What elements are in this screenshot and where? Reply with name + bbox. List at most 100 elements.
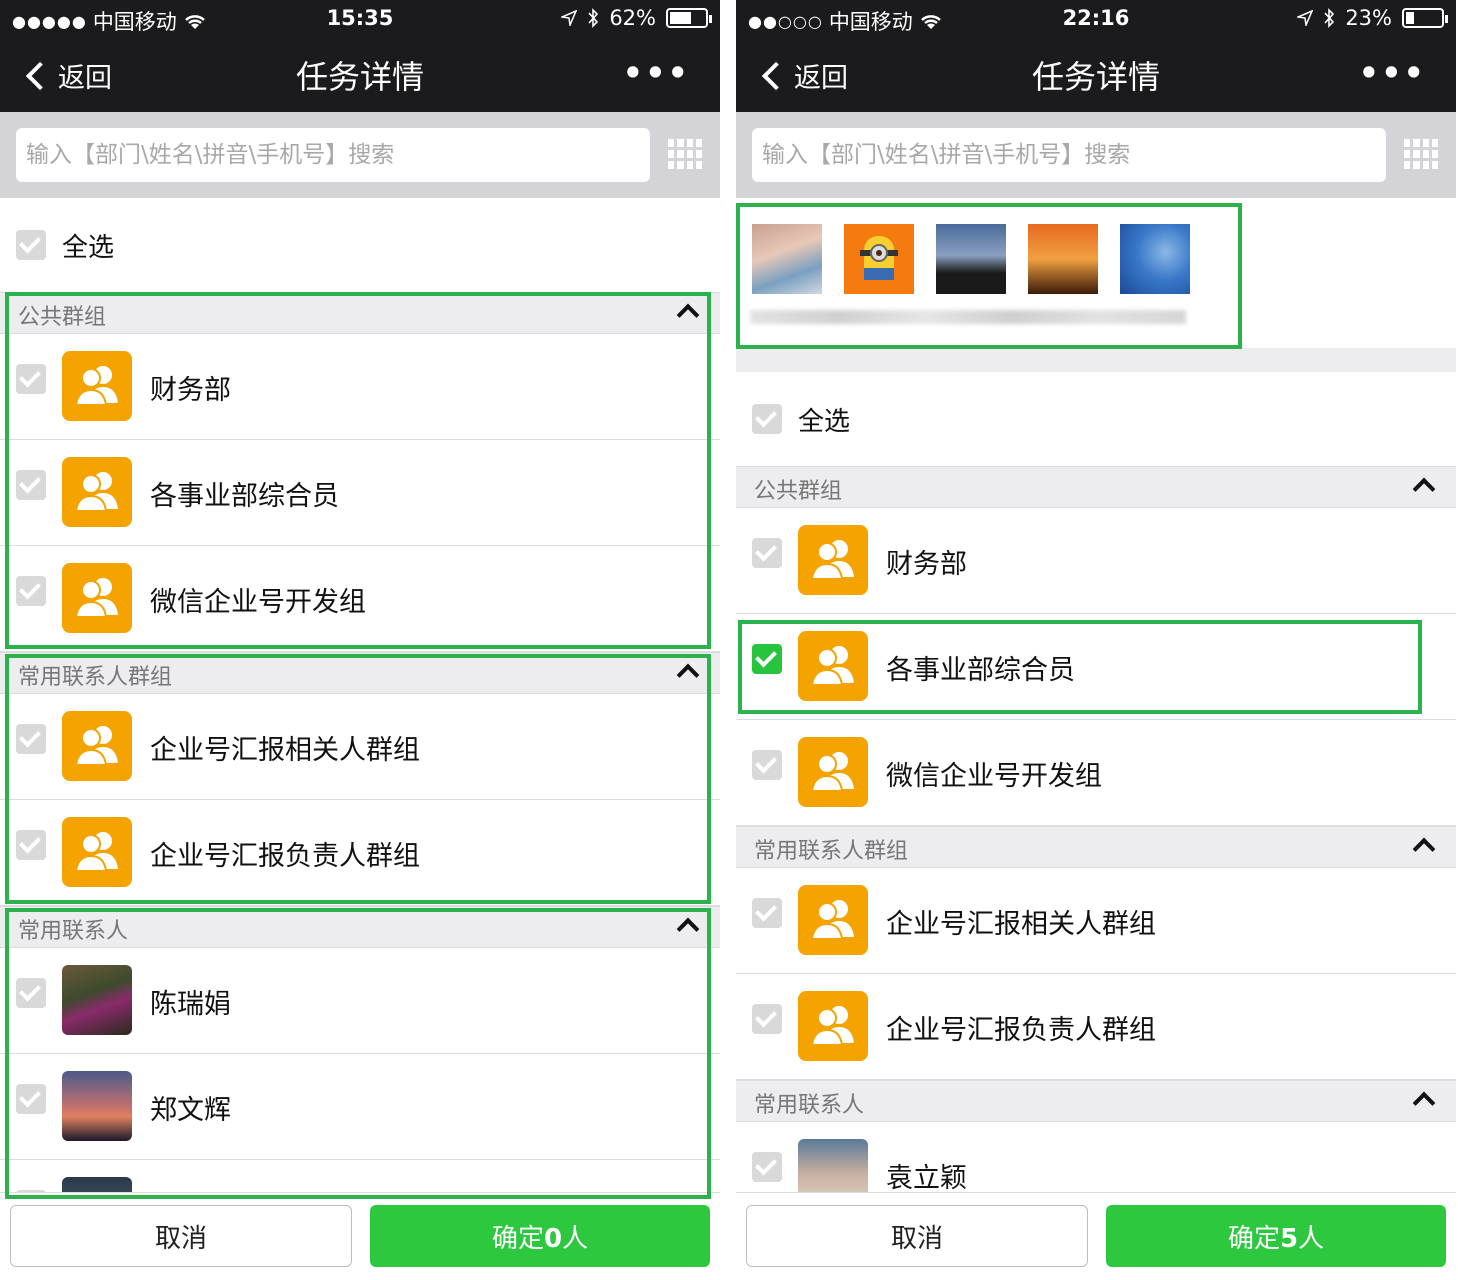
checkbox-icon[interactable] <box>752 644 782 674</box>
section-header[interactable]: 常用联系人 <box>736 1080 1456 1122</box>
list-item[interactable]: 郑文辉 <box>0 1054 720 1160</box>
select-all-row[interactable]: 全选 <box>0 198 720 292</box>
more-icon[interactable]: ••• <box>1359 54 1426 92</box>
chevron-up-icon[interactable] <box>676 303 700 327</box>
group-avatar-icon <box>62 711 132 781</box>
checkbox-icon[interactable] <box>16 978 46 1008</box>
checkbox-icon[interactable] <box>16 364 46 394</box>
more-icon[interactable]: ••• <box>623 54 690 92</box>
avatar[interactable] <box>752 224 822 294</box>
battery-icon <box>666 8 712 28</box>
checkbox-icon[interactable] <box>16 470 46 500</box>
chevron-up-icon[interactable] <box>676 917 700 941</box>
list-item[interactable] <box>0 1160 720 1192</box>
list-item[interactable]: 袁立颖 <box>736 1122 1456 1192</box>
list-item[interactable]: 企业号汇报负责人群组 <box>0 800 720 906</box>
battery-icon <box>1402 8 1448 28</box>
bottom-bar: 取消 确定0人 <box>0 1192 720 1280</box>
avatar <box>798 1139 868 1192</box>
checkbox-icon[interactable] <box>16 830 46 860</box>
nav-bar: 返回 任务详情 ••• <box>0 38 720 112</box>
item-name: 企业号汇报相关人群组 <box>886 909 1156 940</box>
section-header[interactable]: 常用联系人群组 <box>736 826 1456 868</box>
group-avatar-icon <box>798 525 868 595</box>
section-title: 常用联系人 <box>754 1093 865 1118</box>
item-name: 企业号汇报相关人群组 <box>150 735 420 766</box>
list-item[interactable]: 各事业部综合员 <box>736 614 1456 720</box>
status-bar: ●●●●● 中国移动 15:35 62% <box>0 0 720 38</box>
list-item[interactable]: 财务部 <box>736 508 1456 614</box>
confirm-button[interactable]: 确定0人 <box>370 1205 710 1267</box>
right-screen: ●●○○○ 中国移动 22:16 23% 返回 任务详情 ••• 输入【部门\姓… <box>736 0 1456 1280</box>
confirm-prefix: 确定 <box>1227 1223 1280 1254</box>
chevron-up-icon[interactable] <box>1412 1091 1436 1115</box>
checkbox-icon[interactable] <box>16 1084 46 1114</box>
bottom-bar: 取消 确定5人 <box>736 1192 1456 1280</box>
contact-list: 全选 公共群组 财务部 各事业部综合员 微信企业号开发组 常用联系人群组 企业号… <box>0 198 720 1192</box>
select-all-label: 全选 <box>62 232 115 263</box>
avatar[interactable] <box>1120 224 1190 294</box>
contact-list: 全选 公共群组 财务部 各事业部综合员 微信企业号开发组 常用联系人群组 企业号… <box>736 372 1456 1192</box>
checkbox-icon[interactable] <box>16 724 46 754</box>
list-item[interactable]: 企业号汇报负责人群组 <box>736 974 1456 1080</box>
checkbox-icon[interactable] <box>752 750 782 780</box>
section-header[interactable]: 公共群组 <box>0 292 720 334</box>
checkbox-icon[interactable] <box>16 230 46 260</box>
item-name: 微信企业号开发组 <box>150 587 366 618</box>
selected-members <box>736 198 1456 372</box>
nav-bar: 返回 任务详情 ••• <box>736 38 1456 112</box>
list-item[interactable]: 企业号汇报相关人群组 <box>0 694 720 800</box>
item-name: 财务部 <box>150 375 231 406</box>
group-avatar-icon <box>62 817 132 887</box>
group-avatar-icon <box>62 457 132 527</box>
group-avatar-icon <box>798 991 868 1061</box>
group-avatar-icon <box>62 563 132 633</box>
checkbox-icon[interactable] <box>752 538 782 568</box>
group-avatar-icon <box>798 885 868 955</box>
list-item[interactable]: 微信企业号开发组 <box>736 720 1456 826</box>
grid-icon[interactable] <box>668 139 702 169</box>
item-name: 微信企业号开发组 <box>886 761 1102 792</box>
avatar[interactable] <box>1028 224 1098 294</box>
item-name: 财务部 <box>886 549 967 580</box>
section-title: 常用联系人 <box>18 919 129 944</box>
section-header[interactable]: 公共群组 <box>736 466 1456 508</box>
bluetooth-icon <box>1324 8 1335 28</box>
section-title: 公共群组 <box>18 305 107 330</box>
item-name: 袁立颖 <box>886 1163 967 1192</box>
confirm-count: 0 <box>543 1223 563 1254</box>
checkbox-icon[interactable] <box>16 576 46 606</box>
cancel-button[interactable]: 取消 <box>10 1205 352 1267</box>
group-avatar-icon <box>798 737 868 807</box>
list-item[interactable]: 企业号汇报相关人群组 <box>736 868 1456 974</box>
section-header[interactable]: 常用联系人 <box>0 906 720 948</box>
checkbox-icon[interactable] <box>752 1004 782 1034</box>
blurred-names <box>750 310 1186 324</box>
grid-icon[interactable] <box>1404 139 1438 169</box>
avatar[interactable] <box>844 224 914 294</box>
list-item[interactable]: 各事业部综合员 <box>0 440 720 546</box>
checkbox-icon[interactable] <box>752 898 782 928</box>
list-item[interactable]: 微信企业号开发组 <box>0 546 720 652</box>
chevron-up-icon[interactable] <box>1412 837 1436 861</box>
section-title: 常用联系人群组 <box>754 839 909 864</box>
chevron-up-icon[interactable] <box>1412 477 1436 501</box>
divider <box>720 0 736 1280</box>
chevron-up-icon[interactable] <box>676 663 700 687</box>
checkbox-icon[interactable] <box>752 1152 782 1182</box>
cancel-button[interactable]: 取消 <box>746 1205 1088 1267</box>
search-input[interactable] <box>16 128 650 182</box>
avatar <box>62 1177 132 1192</box>
list-item[interactable]: 财务部 <box>0 334 720 440</box>
checkbox-icon[interactable] <box>752 404 782 434</box>
search-input[interactable] <box>752 128 1386 182</box>
list-item[interactable]: 陈瑞娟 <box>0 948 720 1054</box>
section-header[interactable]: 常用联系人群组 <box>0 652 720 694</box>
confirm-prefix: 确定 <box>491 1223 544 1254</box>
status-bar: ●●○○○ 中国移动 22:16 23% <box>736 0 1456 38</box>
select-all-row[interactable]: 全选 <box>736 372 1456 466</box>
item-name: 各事业部综合员 <box>886 655 1075 686</box>
avatar[interactable] <box>936 224 1006 294</box>
battery-percent: 23% <box>1345 6 1392 30</box>
confirm-button[interactable]: 确定5人 <box>1106 1205 1446 1267</box>
